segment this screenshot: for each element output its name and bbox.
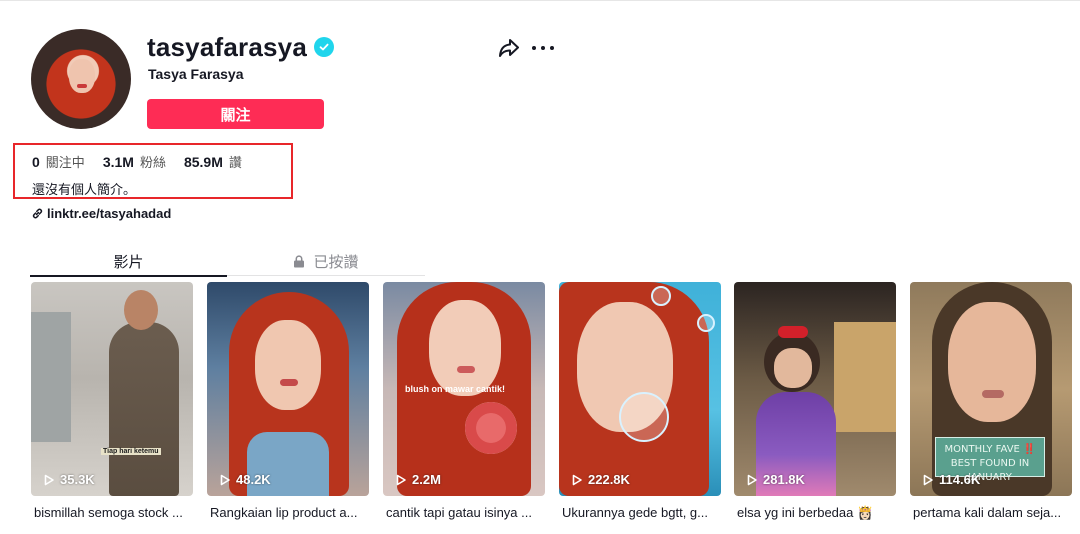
dot — [541, 46, 545, 50]
tab-liked-label: 已按讚 — [313, 252, 359, 271]
video-card[interactable]: MONTHLY FAVE ‼️ BEST FOUND IN JANUARY 11… — [910, 282, 1072, 520]
play-icon — [44, 474, 54, 485]
thumb-face — [429, 300, 501, 396]
follow-button[interactable]: 關注 — [147, 99, 324, 129]
view-count: 114.6K — [922, 472, 980, 487]
more-options-icon[interactable] — [532, 38, 554, 58]
play-icon — [747, 474, 757, 485]
video-overlay-text: Tiap hari ketemu — [101, 448, 161, 455]
profile-link[interactable]: linktr.ee/tasyahadad — [31, 206, 171, 221]
followers-label: 粉絲 — [139, 156, 166, 171]
likes-stat: 85.9M 讚 — [184, 152, 242, 171]
video-thumbnail[interactable]: Tiap hari ketemu 35.3K — [31, 282, 193, 496]
tab-videos[interactable]: 影片 — [30, 246, 227, 276]
top-divider — [0, 0, 1080, 1]
view-count-value: 281.8K — [763, 472, 805, 487]
following-count: 0 — [32, 154, 40, 170]
video-caption[interactable]: bismillah semoga stock ... — [31, 505, 193, 520]
video-thumbnail[interactable]: 48.2K — [207, 282, 369, 496]
view-count-value: 2.2M — [412, 472, 441, 487]
likes-count: 85.9M — [183, 154, 223, 170]
following-label: 關注中 — [45, 156, 85, 171]
view-count-value: 35.3K — [60, 472, 95, 487]
thumb-bubble — [697, 314, 715, 332]
play-icon — [220, 474, 230, 485]
video-caption[interactable]: Ukurannya gede bgtt, g... — [559, 505, 721, 520]
username: tasyafarasya — [147, 31, 307, 62]
video-card[interactable]: Tiap hari ketemu 35.3K bismillah semoga … — [31, 282, 193, 520]
profile-link-text: linktr.ee/tasyahadad — [47, 206, 172, 221]
thumb-face — [255, 320, 321, 410]
play-icon — [923, 474, 933, 485]
video-card[interactable]: 48.2K Rangkaian lip product a... — [207, 282, 369, 520]
thumb-bubble — [619, 392, 669, 442]
view-count: 48.2K — [219, 472, 271, 487]
view-count-value: 48.2K — [236, 472, 271, 487]
thumb-shelf — [834, 322, 896, 432]
video-grid: Tiap hari ketemu 35.3K bismillah semoga … — [31, 282, 1080, 522]
tab-liked[interactable]: 已按讚 — [227, 246, 425, 276]
play-icon — [572, 474, 582, 485]
likes-label: 讚 — [228, 156, 242, 171]
thumb-rose — [465, 402, 517, 454]
profile-bio: 還沒有個人簡介。 — [32, 183, 137, 198]
dot — [550, 46, 554, 50]
play-icon — [396, 474, 406, 485]
username-row: tasyafarasya — [147, 31, 334, 63]
lock-icon — [294, 254, 305, 267]
profile-stats: 0 關注中 3.1M 粉絲 85.9M 讚 — [32, 152, 260, 171]
video-card[interactable]: 281.8K elsa yg ini berbedaa 👸🏻 — [734, 282, 896, 521]
video-thumbnail[interactable]: 281.8K — [734, 282, 896, 496]
video-caption[interactable]: cantik tapi gatau isinya ... — [383, 505, 545, 520]
view-count: 222.8K — [571, 472, 630, 487]
thumb-door — [31, 312, 71, 442]
view-count: 35.3K — [43, 472, 95, 487]
followers-stat[interactable]: 3.1M 粉絲 — [103, 152, 166, 171]
video-overlay-text: MONTHLY FAVE ‼️ BEST FOUND IN JANUARY — [935, 437, 1045, 483]
avatar-lips — [77, 84, 87, 88]
view-count-value: 222.8K — [588, 472, 630, 487]
thumb-face — [948, 302, 1036, 422]
following-stat[interactable]: 0 關注中 — [32, 152, 85, 171]
dot — [532, 46, 536, 50]
thumb-lips — [457, 366, 475, 373]
video-card[interactable]: blush on mawar cantik! 2.2M cantik tapi … — [383, 282, 545, 520]
video-caption[interactable]: Rangkaian lip product a... — [207, 505, 369, 520]
followers-count: 3.1M — [102, 154, 134, 170]
video-thumbnail[interactable]: MONTHLY FAVE ‼️ BEST FOUND IN JANUARY 11… — [910, 282, 1072, 496]
thumb-head — [124, 290, 158, 330]
view-count-value: 114.6K — [939, 472, 981, 487]
thumb-figure — [109, 322, 179, 496]
video-overlay-text: blush on mawar cantik! — [405, 384, 506, 394]
tab-videos-label: 影片 — [113, 252, 144, 271]
profile-tabs: 影片 已按讚 — [30, 246, 425, 277]
video-thumbnail[interactable]: blush on mawar cantik! 2.2M — [383, 282, 545, 496]
thumb-lips — [280, 379, 298, 386]
thumb-lips — [982, 390, 1004, 398]
avatar[interactable] — [31, 29, 131, 129]
link-icon — [32, 208, 43, 219]
video-caption[interactable]: pertama kali dalam seja... — [910, 505, 1072, 520]
video-caption[interactable]: elsa yg ini berbedaa 👸🏻 — [734, 505, 896, 521]
view-count: 2.2M — [395, 472, 441, 487]
thumb-bubble — [651, 286, 671, 306]
thumb-face — [774, 348, 812, 388]
view-count: 281.8K — [746, 472, 805, 487]
video-card[interactable]: 222.8K Ukurannya gede bgtt, g... — [559, 282, 721, 520]
video-thumbnail[interactable]: 222.8K — [559, 282, 721, 496]
nickname: Tasya Farasya — [148, 66, 244, 82]
active-tab-indicator — [30, 275, 227, 277]
thumb-bow — [778, 326, 808, 338]
share-icon[interactable] — [498, 38, 520, 58]
verified-badge-icon — [313, 37, 334, 57]
